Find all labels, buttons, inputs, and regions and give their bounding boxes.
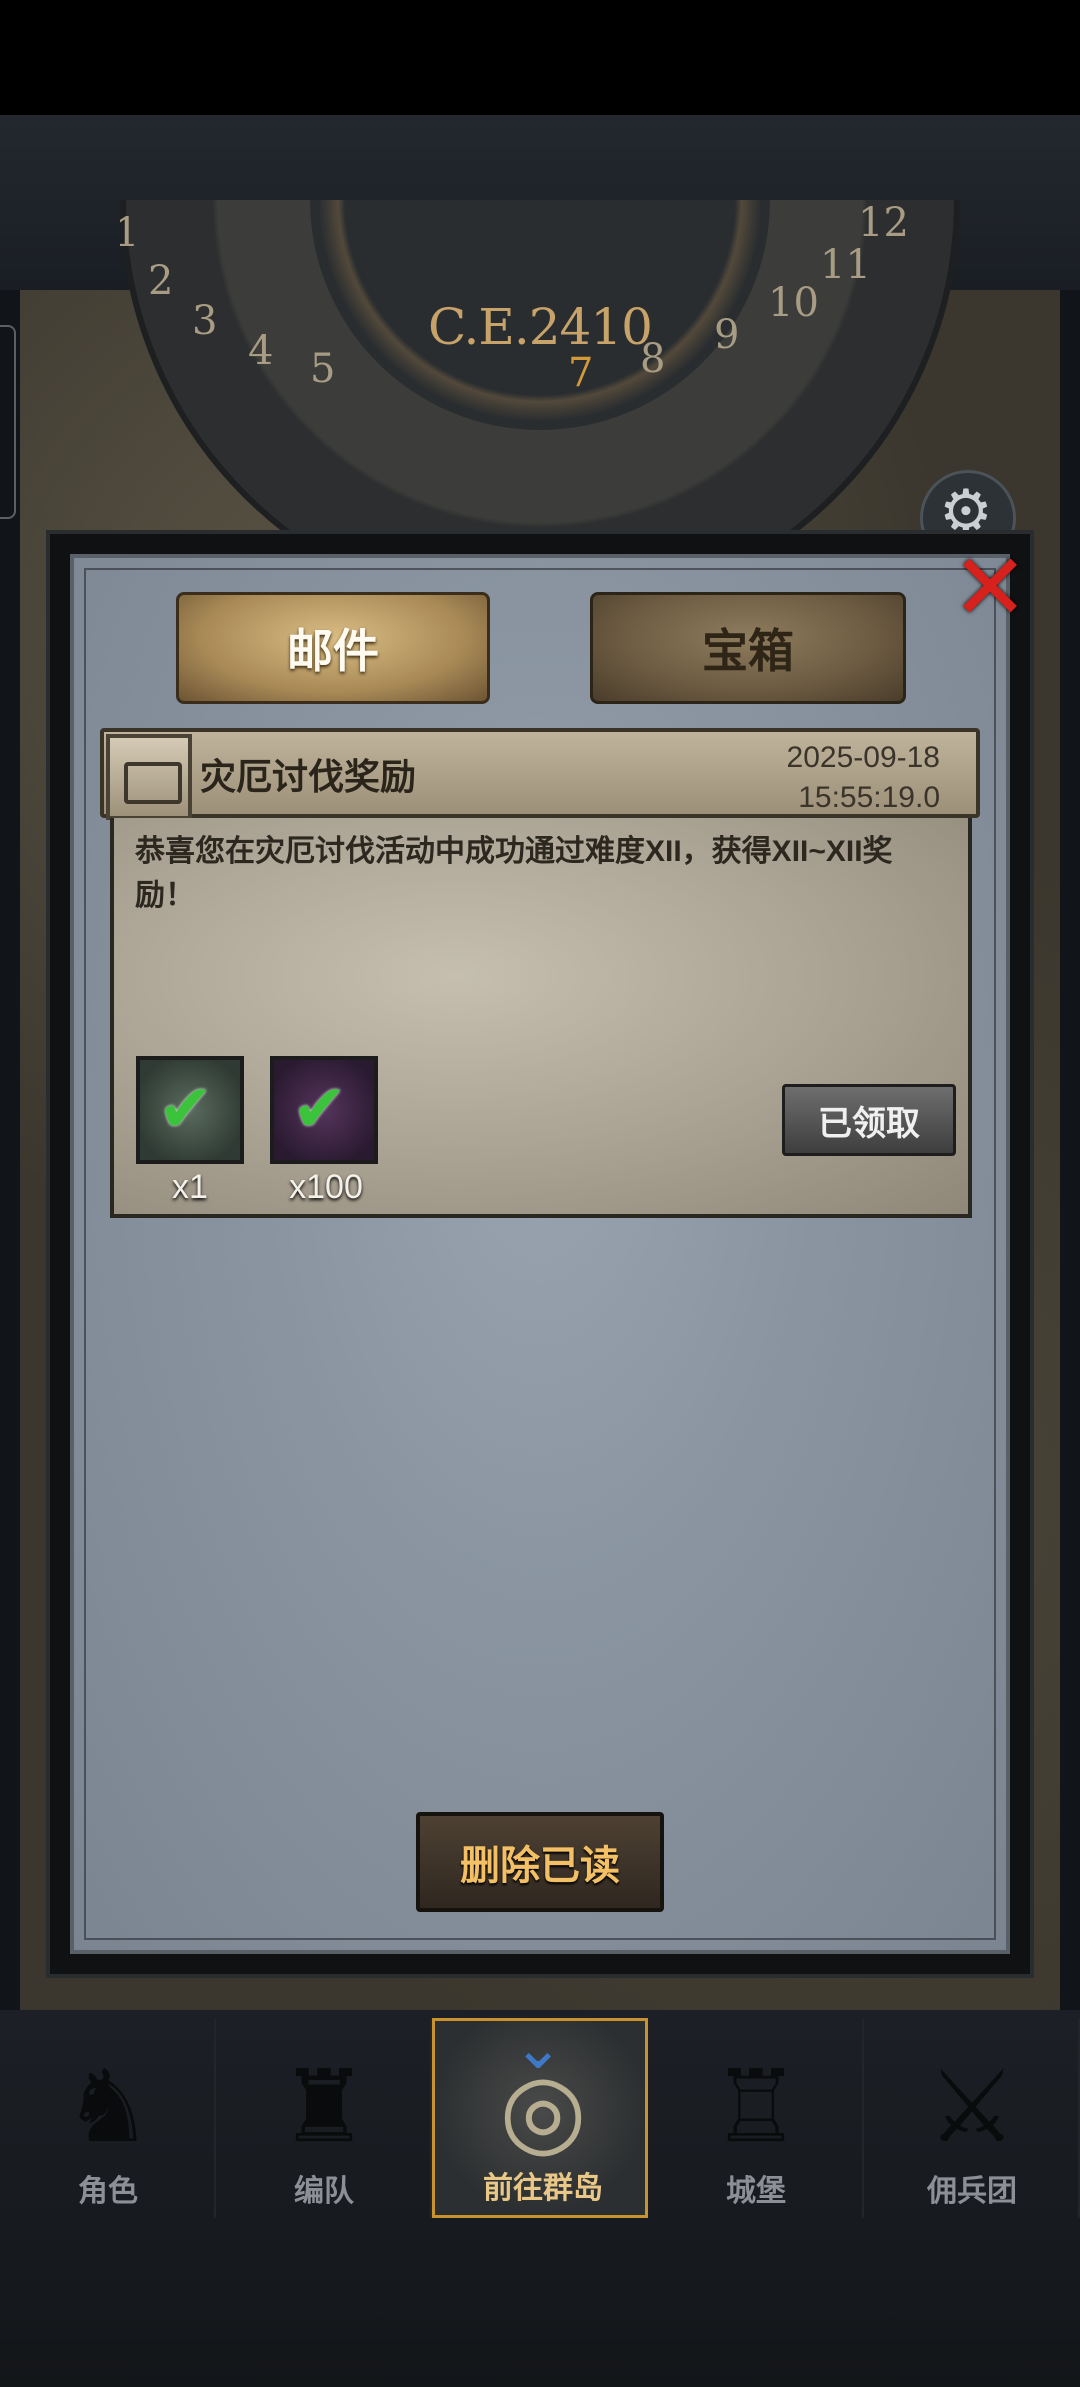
- purple-crystal-icon[interactable]: ✔: [270, 1056, 378, 1164]
- reward-quantity: x100: [289, 1168, 363, 1206]
- mail-chest-icon: [106, 734, 192, 820]
- status-bar: [0, 0, 1080, 115]
- dial-number: 1: [120, 210, 140, 256]
- mail-title: 灾厄讨伐奖励: [200, 756, 417, 797]
- formation-icon: ♜: [279, 2051, 369, 2163]
- bottom-nav: ♞ 角色 ♜ 编队 ⌄ ◎ 前往群岛 ♖ 城堡 ⚔ 佣兵团: [0, 2014, 1080, 2218]
- era-label: C.E.2410: [427, 298, 653, 356]
- nav-label: 编队: [294, 2175, 354, 2208]
- nav-label: 佣兵团: [927, 2175, 1017, 2208]
- check-icon: ✔: [292, 1071, 348, 1145]
- nav-label: 前往群岛: [483, 2172, 603, 2205]
- castle-icon: ♖: [711, 2051, 801, 2163]
- nav-item-character[interactable]: ♞ 角色: [0, 2018, 216, 2218]
- mail-date: 2025-09-18: [786, 741, 940, 774]
- mail-time: 15:55:19.0: [798, 781, 940, 814]
- delete-read-button[interactable]: 删除已读: [416, 1812, 664, 1912]
- mercenary-icon: ⚔: [927, 2051, 1017, 2163]
- mail-message: 恭喜您在灾厄讨伐活动中成功通过难度XII，获得XII~XII奖励！: [135, 835, 893, 912]
- reward-quantity: x1: [172, 1168, 208, 1206]
- check-icon: ✔: [158, 1071, 214, 1145]
- nav-item-formation[interactable]: ♜ 编队: [216, 2018, 432, 2218]
- mail-timestamp: 2025-09-18 15:55:19.0: [787, 738, 940, 818]
- globe-compass-icon: ◎: [499, 2054, 587, 2166]
- banner-reward-icon[interactable]: ✔: [136, 1056, 244, 1164]
- knight-helmet-icon: ♞: [63, 2051, 153, 2163]
- dial-number: 7: [568, 350, 594, 396]
- nav-item-castle[interactable]: ♖ 城堡: [648, 2018, 864, 2218]
- claimed-button[interactable]: 已领取: [782, 1084, 956, 1156]
- tab-chest[interactable]: 宝箱: [590, 592, 906, 704]
- nav-label: 城堡: [726, 2175, 786, 2208]
- nav-label: 角色: [78, 2175, 138, 2208]
- dial-number: 11: [820, 242, 871, 288]
- nav-item-mercenary[interactable]: ⚔ 佣兵团: [864, 2018, 1080, 2218]
- close-icon[interactable]: ✕: [950, 542, 1030, 634]
- dial-number: 12: [858, 200, 909, 246]
- nav-item-islands[interactable]: ⌄ ◎ 前往群岛: [432, 2014, 648, 2218]
- tab-mail[interactable]: 邮件: [176, 592, 490, 704]
